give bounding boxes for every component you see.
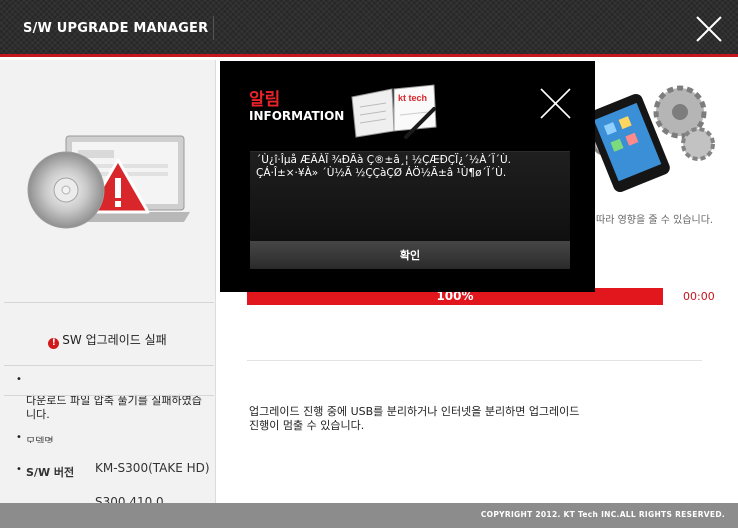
- warning-text-fragment: 따라 영향을 줄 수 있습니다.: [596, 215, 714, 226]
- copyright: COPYRIGHT 2012. KT Tech INC.ALL RIGHTS R…: [480, 510, 725, 519]
- close-icon: [540, 88, 571, 119]
- divider: [4, 395, 214, 396]
- close-icon: [696, 16, 722, 42]
- open-book-pen-icon: kt tech: [351, 84, 437, 139]
- dialog-message-area: ´Ù¿î·Îµå ÆÄÀÏ ¾ÐÃà Ç®±â¸¦ ½ÇÆÐÇÏ¿´½À´Ï´Ù…: [250, 151, 570, 244]
- left-info-panel: ! SW 업그레이드 실패 • 다운로드 파일 압축 풀기를 실패하였습니다. •…: [0, 60, 216, 509]
- dialog-close-button[interactable]: [539, 87, 572, 120]
- divider: [4, 302, 214, 303]
- upgrade-notice: 업그레이드 진행 중에 USB를 분리하거나 인터넷을 분리하면 업그레이드 진…: [249, 405, 580, 432]
- footer: COPYRIGHT 2012. KT Tech INC.ALL RIGHTS R…: [0, 503, 738, 528]
- brand-logo-text: kt tech: [398, 93, 427, 103]
- sw-version-label: S/W 버전: [26, 466, 75, 479]
- title-accent-line: [0, 54, 738, 57]
- divider: [247, 360, 702, 361]
- model-name-label: 모델명: [26, 437, 54, 443]
- window-close-button[interactable]: [692, 12, 726, 46]
- ok-button[interactable]: 확인: [250, 241, 570, 269]
- app-title: S/W UPGRADE MANAGER: [23, 21, 209, 36]
- dialog-title-korean: 알림: [249, 90, 281, 110]
- phone-gears-illustration: [590, 85, 715, 192]
- upgrade-fail-status: ! SW 업그레이드 실패: [0, 331, 215, 349]
- fail-status-text: SW 업그레이드 실패: [62, 333, 167, 347]
- error-message: 다운로드 파일 압축 풀기를 실패하였습니다.: [26, 394, 202, 421]
- information-dialog: 알림 INFORMATION kt tech ´Ù¿î·Îµå ÆÄÀÏ ¾ÐÃ…: [220, 61, 595, 292]
- elapsed-time: 00:00: [683, 290, 715, 303]
- dialog-message: ´Ù¿î·Îµå ÆÄÀÏ ¾ÐÃà Ç®±â¸¦ ½ÇÆÐÇÏ¿´½À´Ï´Ù…: [256, 154, 512, 179]
- title-separator: [213, 16, 214, 40]
- model-value: KM-S300(TAKE HD): [95, 461, 210, 475]
- laptop-disc-warning-illustration: [27, 135, 190, 229]
- bullet-icon: •: [16, 432, 22, 443]
- title-bar: S/W UPGRADE MANAGER: [0, 0, 738, 57]
- bullet-icon: •: [16, 374, 22, 385]
- dialog-title-english: INFORMATION: [249, 109, 345, 123]
- bullet-icon: •: [16, 464, 22, 475]
- error-dot-icon: !: [48, 338, 60, 349]
- divider: [4, 365, 214, 366]
